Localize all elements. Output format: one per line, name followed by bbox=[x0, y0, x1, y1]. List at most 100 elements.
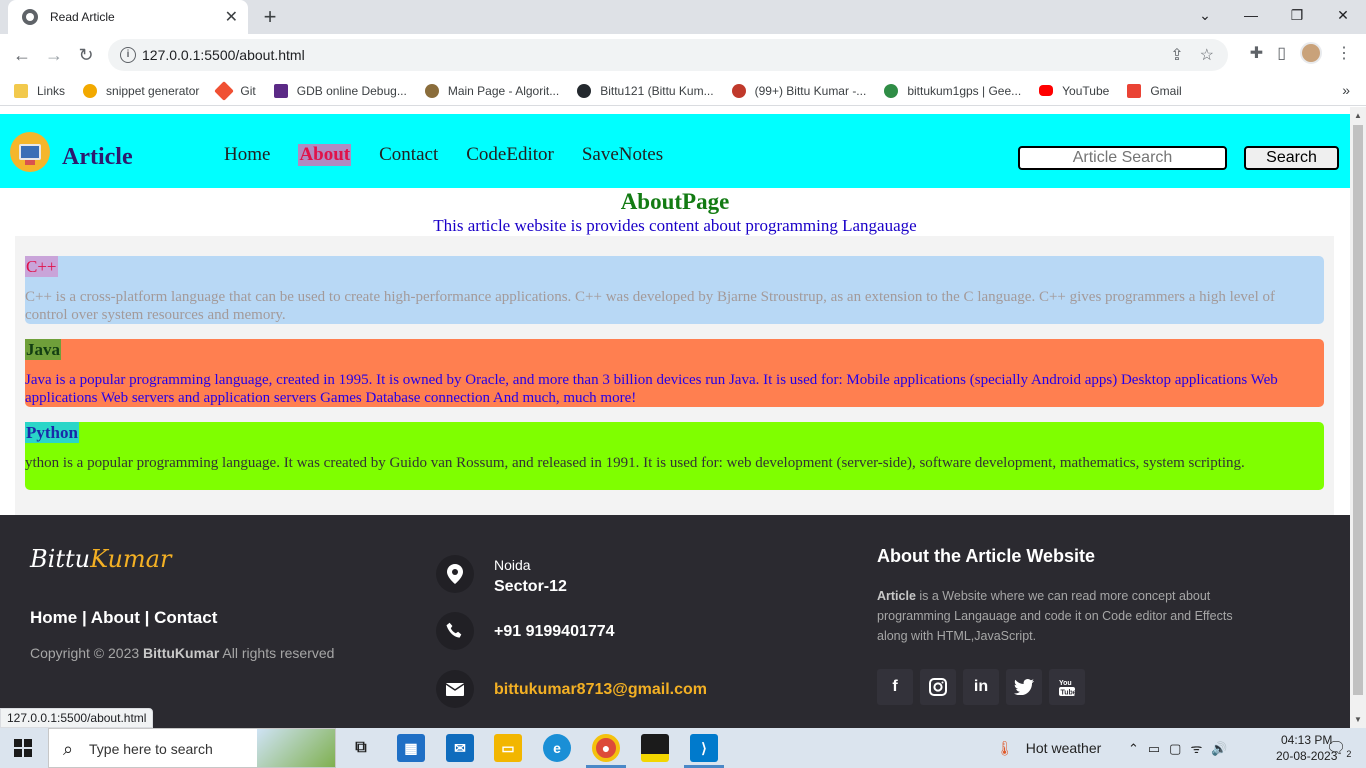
page-scrollbar[interactable]: ▲ ▼ bbox=[1350, 107, 1366, 728]
location-pin-icon bbox=[436, 555, 474, 593]
instagram-icon[interactable] bbox=[920, 669, 956, 705]
back-button[interactable]: ← bbox=[9, 42, 35, 68]
new-tab-button[interactable]: + bbox=[258, 4, 282, 30]
scrollbar-thumb[interactable] bbox=[1353, 125, 1363, 695]
nav-contact[interactable]: Contact bbox=[379, 144, 438, 166]
menu-icon[interactable]: ⋮ bbox=[1336, 43, 1352, 63]
bookmark-item[interactable]: Gmail bbox=[1127, 83, 1182, 98]
bookmark-item[interactable]: (99+) Bittu Kumar -... bbox=[731, 83, 866, 98]
weather-widget[interactable]: 🌡 Hot weather bbox=[996, 728, 1101, 768]
nav-about[interactable]: About bbox=[298, 144, 352, 166]
snippet-icon bbox=[83, 83, 98, 98]
article-search-input[interactable]: Article Search bbox=[1018, 146, 1227, 170]
linkedin-icon[interactable]: in bbox=[963, 669, 999, 705]
bookmark-item[interactable]: Git bbox=[214, 80, 256, 101]
windows-taskbar: ⌕ Type here to search ⧉ ▦ ✉ ▭ e ● ⟩ 🌡 Ho… bbox=[0, 728, 1366, 768]
file-explorer-icon[interactable]: ▭ bbox=[494, 734, 522, 762]
search-button[interactable]: Search bbox=[1244, 146, 1339, 170]
site-logo-icon[interactable] bbox=[10, 132, 50, 172]
scroll-down-icon[interactable]: ▼ bbox=[1354, 715, 1362, 724]
footer-logo[interactable]: BittuKumar bbox=[30, 545, 171, 573]
mail-icon[interactable]: ✉ bbox=[446, 734, 474, 762]
bookmark-item[interactable]: YouTube bbox=[1039, 84, 1109, 98]
close-window-button[interactable]: ✕ bbox=[1320, 0, 1366, 30]
minimize-button[interactable]: — bbox=[1228, 0, 1274, 30]
system-tray-icons[interactable]: ⌃▭▢ᯤ🔊 bbox=[1128, 739, 1237, 757]
bookmark-label: bittukum1gps | Gee... bbox=[907, 83, 1022, 98]
bookmarks-bar: Links snippet generator Git GDB online D… bbox=[0, 76, 1366, 106]
card-title: Java bbox=[25, 339, 61, 360]
copyright-prefix: Copyright © 2023 bbox=[30, 645, 144, 661]
site-info-icon[interactable]: i bbox=[120, 47, 136, 63]
taskbar-search-box[interactable]: ⌕ Type here to search bbox=[48, 728, 336, 768]
close-tab-icon[interactable]: ✕ bbox=[225, 7, 238, 27]
footer-about-body: is a Website where we can read more conc… bbox=[877, 589, 1233, 643]
articles-container: C++ C++ is a cross-platform language tha… bbox=[15, 236, 1334, 515]
bookmark-label: Bittu121 (Bittu Kum... bbox=[600, 83, 714, 98]
bookmark-label: GDB online Debug... bbox=[296, 83, 407, 98]
svg-text:Tube: Tube bbox=[1061, 690, 1077, 697]
bookmark-item[interactable]: Bittu121 (Bittu Kum... bbox=[577, 83, 714, 98]
nav-savenotes[interactable]: SaveNotes bbox=[582, 144, 663, 166]
footer-links[interactable]: Home | About | Contact bbox=[30, 608, 217, 628]
footer-logo-first: Bittu bbox=[30, 545, 91, 573]
edge-icon[interactable]: e bbox=[543, 734, 571, 762]
card-title: C++ bbox=[25, 256, 58, 277]
site-brand[interactable]: Article bbox=[62, 144, 133, 171]
vscode-icon[interactable]: ⟩ bbox=[690, 734, 718, 762]
bookmark-item[interactable]: bittukum1gps | Gee... bbox=[884, 83, 1022, 98]
task-view-icon[interactable]: ⧉ bbox=[347, 734, 375, 762]
tab-search-icon[interactable]: ⌄ bbox=[1182, 0, 1228, 30]
bookmark-star-icon[interactable]: ☆ bbox=[1200, 45, 1214, 65]
address-bar[interactable]: i 127.0.0.1:5500/about.html ⇪ ☆ bbox=[108, 39, 1228, 71]
forward-button[interactable]: → bbox=[41, 42, 67, 68]
microsoft-store-icon[interactable]: ▦ bbox=[397, 734, 425, 762]
site-footer: BittuKumar Home | About | Contact Copyri… bbox=[0, 515, 1350, 728]
tab-title: Read Article bbox=[50, 10, 115, 24]
reload-button[interactable]: ↻ bbox=[73, 42, 99, 68]
nav-codeeditor[interactable]: CodeEditor bbox=[466, 144, 554, 166]
email-address[interactable]: bittukumar8713@gmail.com bbox=[494, 681, 707, 699]
notification-count: 2 bbox=[1346, 749, 1352, 760]
location-city: Noida bbox=[494, 557, 531, 573]
scroll-up-icon[interactable]: ▲ bbox=[1354, 111, 1362, 120]
footer-logo-second: Kumar bbox=[90, 545, 172, 573]
restore-button[interactable]: ❐ bbox=[1274, 0, 1320, 30]
notifications-icon[interactable]: 🗨2 bbox=[1326, 738, 1351, 759]
url-text[interactable]: 127.0.0.1:5500/about.html bbox=[142, 47, 305, 63]
sticky-notes-icon[interactable] bbox=[641, 734, 669, 762]
bookmark-label: Gmail bbox=[1150, 83, 1182, 98]
profile-avatar[interactable] bbox=[1300, 42, 1322, 64]
extensions-icon[interactable]: ✚ bbox=[1250, 43, 1263, 63]
chrome-icon[interactable]: ● bbox=[592, 734, 620, 762]
copyright-suffix: All rights reserved bbox=[219, 645, 335, 661]
algorithm-icon bbox=[424, 83, 439, 98]
phone-icon bbox=[436, 612, 474, 650]
bookmark-item[interactable]: snippet generator bbox=[83, 83, 200, 98]
windows-start-icon[interactable] bbox=[14, 739, 32, 757]
more-bookmarks-icon[interactable]: » bbox=[1342, 82, 1350, 98]
gmail-icon bbox=[1127, 83, 1142, 98]
social-links: f in You Tube bbox=[877, 669, 1085, 705]
youtube-icon[interactable]: You Tube bbox=[1049, 669, 1085, 705]
facebook-icon[interactable]: f bbox=[877, 669, 913, 705]
bookmark-item[interactable]: Links bbox=[14, 83, 65, 98]
footer-about-heading: About the Article Website bbox=[877, 546, 1096, 566]
twitter-icon[interactable] bbox=[1006, 669, 1042, 705]
footer-about-bold: Article bbox=[877, 589, 916, 603]
article-card-java: Java Java is a popular programming langu… bbox=[25, 339, 1324, 407]
article-card-cpp: C++ C++ is a cross-platform language tha… bbox=[25, 256, 1324, 324]
nav-home[interactable]: Home bbox=[224, 144, 270, 166]
taskbar-search-placeholder: Type here to search bbox=[89, 741, 213, 757]
card-title: Python bbox=[25, 422, 79, 443]
bookmark-item[interactable]: Main Page - Algorit... bbox=[424, 83, 559, 98]
bookmark-item[interactable]: GDB online Debug... bbox=[273, 83, 407, 98]
bookmark-label: snippet generator bbox=[106, 83, 200, 98]
share-icon[interactable]: ⇪ bbox=[1170, 45, 1183, 65]
copyright: Copyright © 2023 BittuKumar All rights r… bbox=[30, 645, 334, 661]
bookmark-label: Git bbox=[240, 83, 256, 98]
browser-toolbar: ← → ↻ i 127.0.0.1:5500/about.html ⇪ ☆ ✚ … bbox=[0, 34, 1366, 76]
browser-tab[interactable]: Read Article ✕ bbox=[8, 0, 248, 34]
side-panel-icon[interactable]: ▯ bbox=[1277, 43, 1286, 63]
article-card-python: Python ython is a popular programming la… bbox=[25, 422, 1324, 490]
